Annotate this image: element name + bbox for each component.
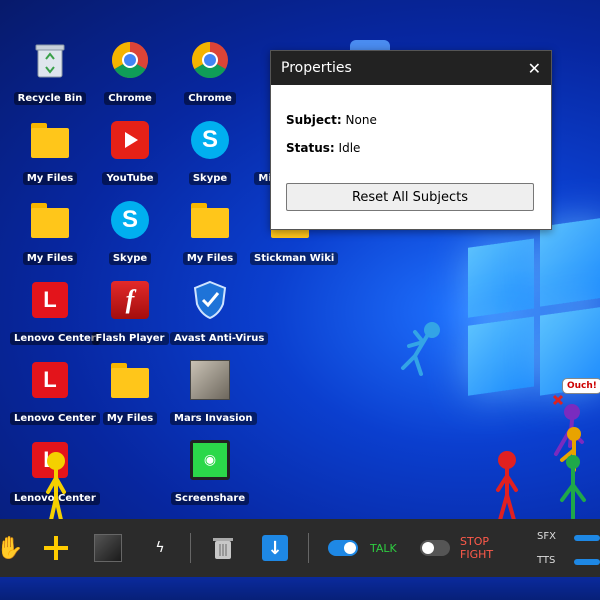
desktop-icon-label: Mars Invasion [170, 412, 257, 425]
desktop-icon-label: Chrome [104, 92, 156, 105]
stop-fight-label: STOP FIGHT [460, 535, 493, 561]
shield-icon [190, 280, 230, 320]
recycle-bin-icon [30, 40, 70, 80]
desktop-icon-my-files[interactable]: My Files [10, 120, 90, 185]
desktop-icon-label: Stickman Wiki [250, 252, 339, 265]
stickman-group[interactable] [540, 390, 595, 520]
desktop-icon-label: My Files [182, 252, 238, 265]
desktop-icon-label: Chrome [184, 92, 236, 105]
lenovo-icon: L [32, 362, 68, 398]
subject-row: Subject: None [286, 113, 551, 127]
add-tool-button[interactable] [38, 519, 74, 577]
status-row: Status: Idle [286, 141, 551, 155]
trash-icon [213, 538, 233, 559]
chrome-icon [190, 40, 230, 80]
toolbar-divider [190, 533, 191, 563]
desktop-icon-chrome[interactable]: Chrome [90, 40, 170, 105]
lightning-tool-button[interactable]: ϟ [142, 519, 178, 577]
blue-stickman[interactable] [395, 318, 445, 383]
subject-label: Subject: [286, 113, 342, 127]
desktop-icon-my-files[interactable]: My Files [170, 200, 250, 265]
desktop-icon-mars-invasion[interactable]: Mars Invasion [170, 360, 257, 425]
properties-window: Properties ✕ Subject: None Status: Idle … [270, 50, 552, 230]
desktop-icon-screenshare[interactable]: ◉ Screenshare [170, 440, 250, 505]
red-stickman[interactable] [492, 450, 522, 522]
taskbar-strip [0, 577, 600, 600]
tts-label: TTS [537, 555, 556, 566]
status-label: Status: [286, 141, 335, 155]
desktop-icon-youtube[interactable]: YouTube [90, 120, 170, 185]
yellow-stickman[interactable] [42, 450, 70, 522]
speech-bubble: Ouch! [562, 378, 600, 394]
download-arrow-icon: ↓ [262, 535, 288, 561]
properties-titlebar[interactable]: Properties ✕ [271, 51, 551, 85]
desktop-icon-my-files[interactable]: My Files [90, 360, 170, 425]
talk-toggle[interactable] [328, 540, 358, 556]
toolbar-divider [308, 533, 309, 563]
desktop-icon-flash-player[interactable]: f Flash Player [90, 280, 170, 345]
desktop-icon-label: Lenovo Center [10, 332, 100, 345]
lightning-icon: ϟ [155, 540, 165, 556]
folder-icon [190, 200, 230, 240]
desktop-icon-label: YouTube [102, 172, 158, 185]
reset-all-subjects-button[interactable]: Reset All Subjects [286, 183, 534, 211]
desktop-icon-label: My Files [102, 412, 158, 425]
bottom-toolbar: ✋ ϟ ↓ TALK STOP FIGHT SFX TTS [0, 519, 600, 577]
block-tool-button[interactable] [90, 519, 126, 577]
desktop-icon-label: Flash Player [91, 332, 169, 345]
properties-title: Properties [281, 60, 352, 76]
folder-icon [110, 360, 150, 400]
chrome-icon [110, 40, 150, 80]
desktop-icon-label: Recycle Bin [13, 92, 87, 105]
desktop-icon-lenovo-center[interactable]: L Lenovo Center [10, 280, 100, 345]
plus-icon [44, 536, 68, 560]
lenovo-icon: L [32, 282, 68, 318]
desktop-icon-label: My Files [22, 172, 78, 185]
download-tool-button[interactable]: ↓ [257, 519, 293, 577]
desktop-icon-skype[interactable]: S Skype [90, 200, 170, 265]
desktop-icon-chrome[interactable]: Chrome [170, 40, 250, 105]
desktop-icon-label: Avast Anti-Virus [170, 332, 269, 345]
square-icon [94, 534, 122, 562]
tts-volume-slider[interactable] [574, 559, 600, 565]
youtube-icon [111, 121, 149, 159]
hand-tool-button[interactable]: ✋ [0, 519, 24, 577]
close-icon[interactable]: ✕ [528, 59, 541, 78]
desktop-icon-label: Skype [108, 252, 152, 265]
desktop-icon-label: Screenshare [170, 492, 250, 505]
desktop-icon-recycle-bin[interactable]: Recycle Bin [10, 40, 90, 105]
stop-fight-label-line2: FIGHT [460, 548, 494, 561]
folder-icon [30, 200, 70, 240]
stop-fight-label-line1: STOP [460, 535, 489, 548]
desktop-icon-my-files[interactable]: My Files [10, 200, 90, 265]
skype-icon: S [111, 201, 149, 239]
desktop-icon-avast[interactable]: Avast Anti-Virus [170, 280, 269, 345]
talk-label: TALK [370, 542, 397, 555]
hand-icon: ✋ [0, 535, 24, 561]
mars-invasion-icon [190, 360, 230, 400]
desktop-icon-label: Skype [188, 172, 232, 185]
desktop-icon-label: Lenovo Center [10, 412, 100, 425]
sfx-volume-slider[interactable] [574, 535, 600, 541]
folder-icon [30, 120, 70, 160]
subject-value: None [345, 113, 377, 127]
status-value: Idle [338, 141, 361, 155]
flash-player-icon: f [111, 281, 149, 319]
delete-tool-button[interactable] [205, 519, 241, 577]
sfx-label: SFX [537, 531, 556, 542]
skype-icon: S [191, 121, 229, 159]
screenshare-icon: ◉ [190, 440, 230, 480]
desktop-icon-label: My Files [22, 252, 78, 265]
stop-fight-toggle[interactable] [420, 540, 450, 556]
desktop-icon-lenovo-center[interactable]: L Lenovo Center [10, 360, 100, 425]
